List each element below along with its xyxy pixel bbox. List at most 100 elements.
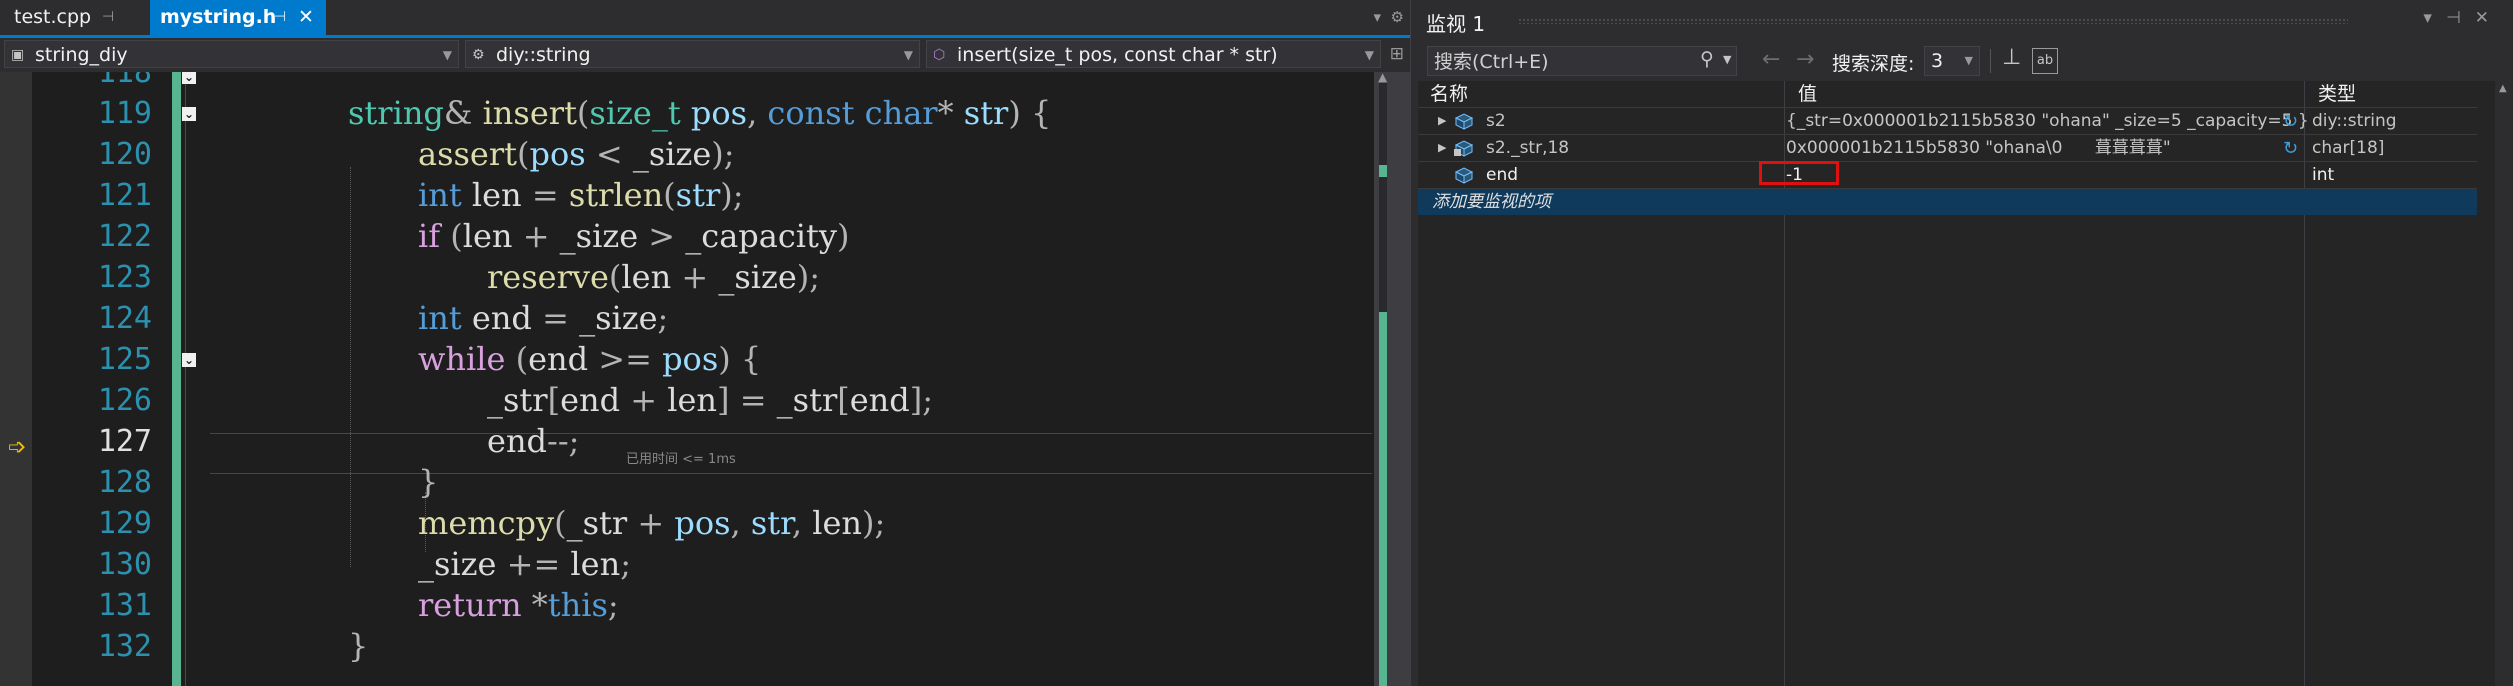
annotation-highlight-box [1759,161,1839,185]
hex-display-icon[interactable]: ab [2032,48,2058,74]
code-line: 120 assert(pos < _size); [32,134,1374,175]
watch-row[interactable]: ▶ s2._str,18 0x000001b2115b5830 "ohana\0… [1418,135,2477,161]
code-line: 130 _size += len; [32,544,1374,585]
toolbar-separator [1990,49,1991,73]
scrollbar-change-marker [1379,312,1387,686]
split-editor-icon[interactable]: ⊞ [1390,44,1404,64]
search-depth-dropdown[interactable]: 3 ▼ [1924,46,1980,76]
variable-icon [1454,167,1474,184]
indicator-margin[interactable] [0,72,32,686]
line-number: 124 [97,301,152,336]
watch-search-box[interactable]: ⚲ ▼ [1427,46,1737,77]
line-number: 128 [97,465,152,500]
code-text: memcpy(_str + pos, str, len); [418,504,886,542]
line-number: 126 [97,383,152,418]
watch-search-input[interactable] [1428,47,1696,77]
tab-label: mystring.h [160,6,277,28]
watch-value[interactable]: 0x000001b2115b5830 "ohana\0 葺葺葺葺" [1786,135,2171,161]
code-line: 121 int len = strlen(str); [32,175,1374,216]
column-header-label: 名称 [1430,83,1469,105]
watch-window-title: 监视 1 [1426,12,1486,36]
code-text: return *this; [418,586,619,624]
code-line: 123 reserve(len + _size); [32,257,1374,298]
code-line: 125 while (end >= pos) { [32,339,1374,380]
line-number: 123 [97,260,152,295]
expand-triangle-icon[interactable]: ▶ [1438,135,1446,161]
code-editor[interactable]: ⌄ ➩ 118 119 string& insert(size_t pos, c… [0,72,1410,686]
line-number: 119 [97,96,152,131]
window-control-icons[interactable]: ▾⊣✕ [2423,8,2503,28]
watch-type: int [2312,165,2335,185]
search-depth-value: 3 [1931,50,1944,72]
watch-row[interactable]: end -1 int [1418,162,2477,188]
line-number: 132 [97,629,152,664]
watch-name: s2._str,18 [1486,138,1570,158]
code-text: while (end >= pos) { [418,340,762,378]
column-header-type[interactable]: 类型 [2306,81,2488,107]
line-number: 131 [97,588,152,623]
arrow-right-icon[interactable]: → [1796,47,1814,72]
refresh-icon[interactable]: ↻ [2283,111,2298,132]
search-icon[interactable]: ⚲ [1700,48,1714,70]
title-grip[interactable] [1518,18,2348,24]
line-number: 122 [97,219,152,254]
code-line: 129 memcpy(_str + pos, str, len); [32,503,1374,544]
pane-splitter[interactable] [1410,0,1417,686]
project-dropdown[interactable]: ▣ string_diy ▼ [4,40,459,68]
tab-label: test.cpp [14,6,92,28]
member-dropdown[interactable]: ⬡ insert(size_t pos, const char * str) ▼ [926,40,1381,68]
scroll-up-arrow-icon[interactable]: ▲ [2499,83,2507,94]
scrollbar-change-marker [1379,165,1387,177]
code-text: _str[end + len] = _str[end]; [487,381,934,419]
instruction-pointer-icon: ➩ [8,435,27,460]
object-icon [1454,113,1474,130]
editor-tab-bar: test.cpp ⊣ mystring.h ⊣ ✕ ▾ ⚙ [0,0,1410,35]
watch-value[interactable]: {_str=0x000001b2115b5830 "ohana" _size=5… [1786,108,2309,134]
code-text: } [418,463,439,501]
watch-name: s2 [1486,111,1506,131]
code-text: int end = _size; [418,299,669,337]
code-line: 122 if (len + _size > _capacity) [32,216,1374,257]
pin-icon[interactable]: ⊣ [102,0,114,35]
column-header-name[interactable]: 名称 [1418,81,1785,107]
add-watch-row[interactable]: 添加要监视的项 [1418,189,2477,215]
watch-type: char[18] [2312,138,2385,158]
watch-name: end [1486,165,1519,185]
watch-row[interactable]: ▶ s2 {_str=0x000001b2115b5830 "ohana" _s… [1418,108,2477,134]
pin-icon[interactable]: ⊥ [2002,45,2021,70]
pin-icon[interactable]: ⊣ [274,0,286,35]
code-line: 126 _str[end + len] = _str[end]; [32,380,1374,421]
code-line: 124 int end = _size; [32,298,1374,339]
line-number: 130 [97,547,152,582]
member-dropdown-value: insert(size_t pos, const char * str) [957,44,1278,66]
code-text: _size += len; [418,545,631,583]
line-number: 118 [97,72,152,90]
code-text: int len = strlen(str); [418,176,744,214]
watch-vertical-scrollbar[interactable]: ▲ [2495,81,2513,686]
chevron-down-icon: ▼ [903,48,913,62]
tab-overflow-icons[interactable]: ▾ ⚙ [1373,0,1404,35]
expand-triangle-icon[interactable]: ▶ [1438,108,1446,134]
tab-mystring-h[interactable]: mystring.h ⊣ ✕ [150,0,326,35]
arrow-left-icon[interactable]: ← [1762,47,1780,72]
class-dropdown-value: diy::string [496,44,591,66]
column-header-value[interactable]: 值 [1786,81,2318,107]
watch-toolbar: ⚲ ▼ ← → 搜索深度: 3 ▼ ⊥ ab [1418,43,2513,81]
refresh-icon[interactable]: ↻ [2283,138,2298,159]
class-icon: ⚙ [472,47,485,63]
code-text: assert(pos < _size); [418,135,735,173]
code-text: string& insert(size_t pos, const char* s… [348,94,1052,132]
line-number: 125 [97,342,152,377]
close-icon[interactable]: ✕ [298,0,314,35]
chevron-down-icon: ▼ [442,48,452,62]
code-text: end--; [487,422,580,460]
add-watch-placeholder[interactable]: 添加要监视的项 [1432,189,1551,215]
tab-test-cpp[interactable]: test.cpp ⊣ [0,0,150,35]
watch-grid[interactable]: 名称 值 类型 ▶ s2 {_str=0x000001b2115b5830 "o… [1418,81,2513,686]
search-depth-label: 搜索深度: [1832,53,1915,75]
collapse-icon[interactable]: ⌄ [182,107,196,121]
chevron-down-icon[interactable]: ▼ [1723,53,1731,66]
collapse-icon[interactable]: ⌄ [182,353,196,367]
scroll-up-arrow-icon[interactable]: ▲ [1378,72,1387,84]
class-dropdown[interactable]: ⚙ diy::string ▼ [465,40,920,68]
